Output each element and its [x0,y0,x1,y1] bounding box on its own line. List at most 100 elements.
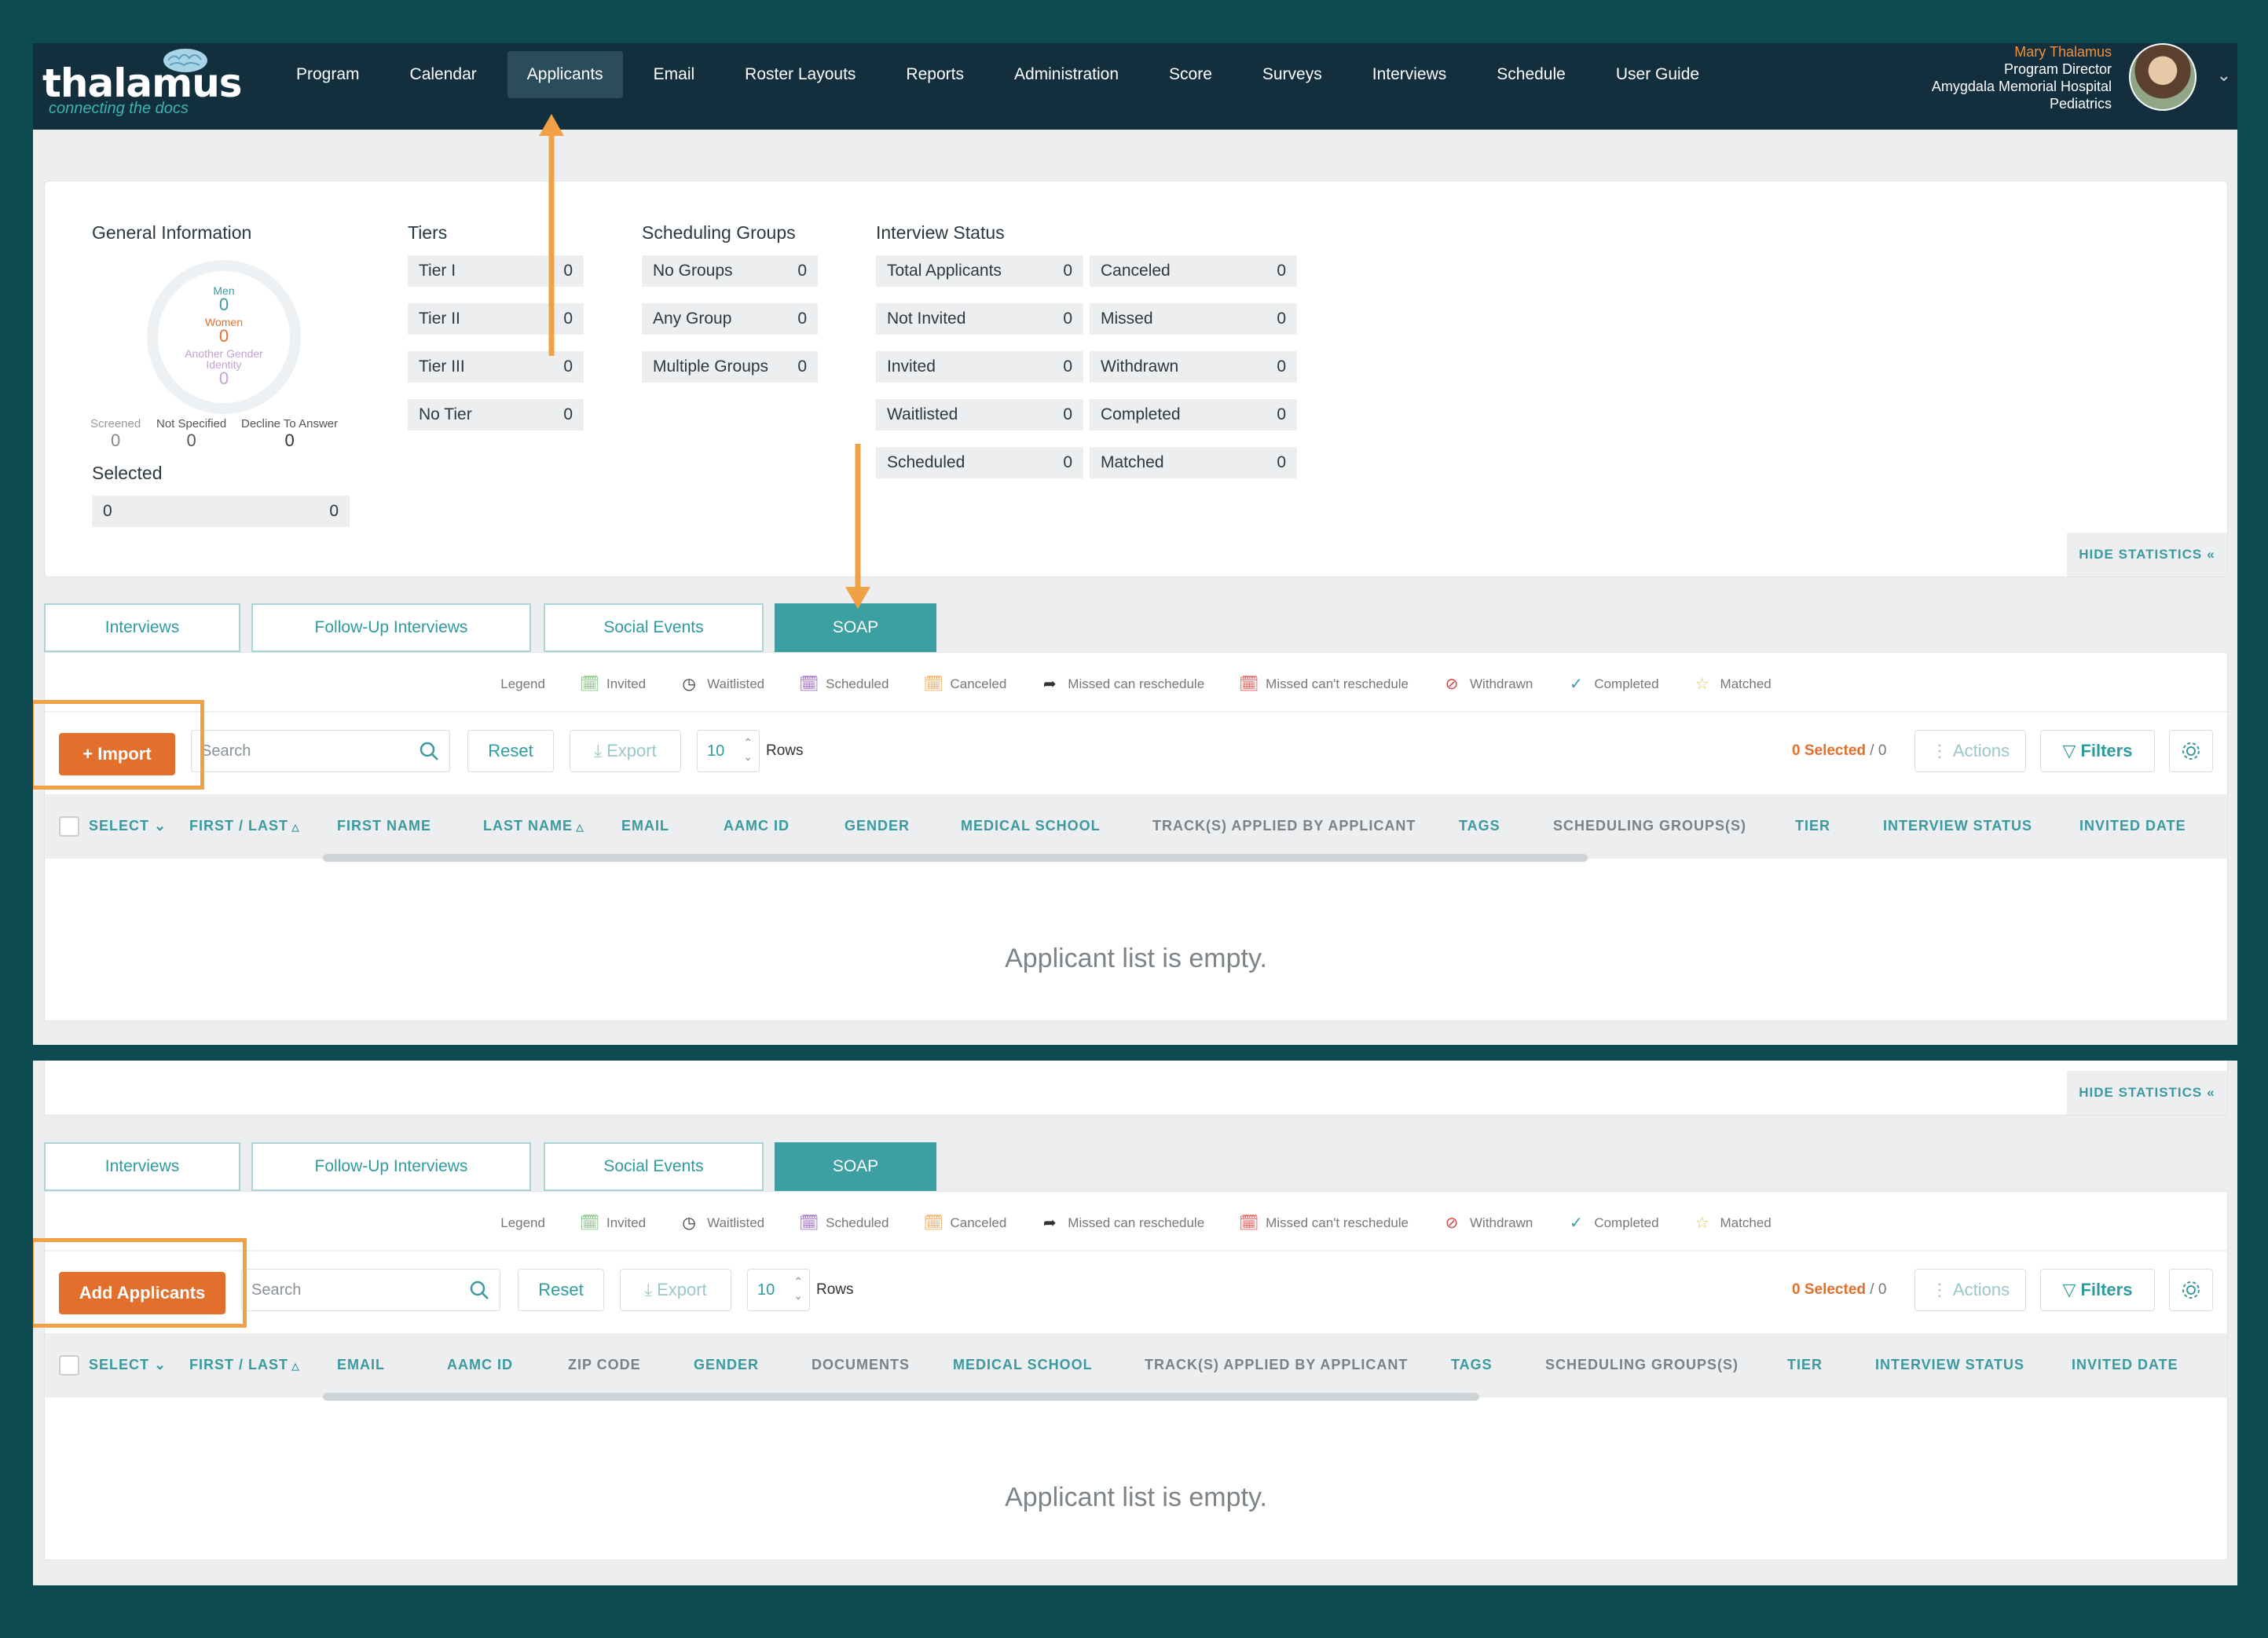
column-select[interactable]: SELECT ⌄ [89,1357,167,1373]
tab-follow-up-interviews[interactable]: Follow-Up Interviews [251,1142,531,1191]
select-all-checkbox[interactable] [59,1355,79,1376]
sort-icon: △ [573,822,584,833]
nav-reports[interactable]: Reports [886,51,984,98]
tab-social-events[interactable]: Social Events [544,603,764,652]
nav-calendar[interactable]: Calendar [390,51,496,98]
double-chevron-left-icon: « [2207,547,2215,562]
status-row: Completed 0 [1090,399,1297,431]
status-value: 0 [1063,357,1072,376]
status-label: Completed [1101,405,1181,423]
column-medical-school[interactable]: MEDICAL SCHOOL [953,1357,1093,1373]
column-last-name[interactable]: LAST NAME △ [483,818,584,834]
column-invited-date[interactable]: INVITED DATE [2072,1357,2178,1373]
legend-label: Waitlisted [707,1215,765,1230]
tab-soap[interactable]: SOAP [775,1142,936,1191]
download-icon: ⤓ [644,1280,653,1299]
hide-statistics-button[interactable]: HIDE STATISTICS « [2067,533,2227,577]
stepper-arrows-icon[interactable]: ⌃ ⌄ [743,735,753,764]
nav-score[interactable]: Score [1149,51,1232,98]
column-interview-status[interactable]: INTERVIEW STATUS [1883,818,2032,834]
reset-button[interactable]: Reset [518,1269,604,1311]
select-all-checkbox[interactable] [59,816,79,837]
divider [45,1250,2227,1251]
nav-email[interactable]: Email [634,51,715,98]
actions-button[interactable]: ⋮ Actions [1914,730,2026,772]
nav-applicants[interactable]: Applicants [507,51,623,98]
nav-surveys[interactable]: Surveys [1243,51,1342,98]
nav-user-guide[interactable]: User Guide [1596,51,1719,98]
tab-interviews[interactable]: Interviews [44,603,240,652]
search-input[interactable]: Search [191,730,450,772]
column-email[interactable]: EMAIL [337,1357,385,1373]
thalamus-logo[interactable]: thalamus connecting the docs [42,46,247,125]
settings-button[interactable] [2169,1269,2213,1311]
rows-label: Rows [816,1281,854,1298]
tab-soap[interactable]: SOAP [775,603,936,652]
column-scheduling-groups[interactable]: SCHEDULING GROUPS(S) [1553,818,1746,834]
column-tier[interactable]: TIER [1787,1357,1823,1373]
column-email[interactable]: EMAIL [621,818,669,834]
column-aamc-id[interactable]: AAMC ID [724,818,790,834]
column-documents[interactable]: DOCUMENTS [812,1357,910,1373]
settings-button[interactable] [2169,730,2213,772]
applicants-table-card: Legend 🗓 Invited ◷ Waitlisted 🗓 Scheduled 🗓… [44,652,2228,1021]
group-row: No Groups 0 [642,255,818,287]
status-label: Total Applicants [887,262,1002,280]
selected-count-total: / 0 [1866,742,1887,759]
column-tracks[interactable]: TRACK(S) APPLIED BY APPLICANT [1145,1357,1408,1373]
column-aamc-id[interactable]: AAMC ID [447,1357,513,1373]
reset-button[interactable]: Reset [467,730,554,772]
column-first-last[interactable]: FIRST / LAST △ [189,1357,300,1373]
column-tags[interactable]: TAGS [1459,818,1500,834]
user-info[interactable]: Mary Thalamus Program Director Amygdala … [1932,43,2112,112]
nav-roster-layouts[interactable]: Roster Layouts [725,51,875,98]
column-invited-date[interactable]: INVITED DATE [2079,818,2186,834]
column-first-last[interactable]: FIRST / LAST △ [189,818,300,834]
column-gender[interactable]: GENDER [694,1357,759,1373]
calendar-x-icon: 🗓 [1239,676,1259,693]
horizontal-scrollbar[interactable] [323,854,1588,862]
tab-follow-up-interviews[interactable]: Follow-Up Interviews [251,603,531,652]
column-tags[interactable]: TAGS [1451,1357,1493,1373]
legend-title: Legend [500,676,545,691]
column-medical-school[interactable]: MEDICAL SCHOOL [961,818,1101,834]
stepper-arrows-icon[interactable]: ⌃ ⌄ [793,1274,803,1303]
status-value: 0 [1063,262,1072,280]
export-button[interactable]: ⤓ Export [570,730,681,772]
column-select[interactable]: SELECT ⌄ [89,818,167,834]
tab-interviews[interactable]: Interviews [44,1142,240,1191]
selected-count-value: 0 Selected [1792,742,1866,759]
status-value: 0 [1277,453,1286,471]
filters-button[interactable]: ▽ Filters [2040,730,2155,772]
status-label: Withdrawn [1101,357,1179,376]
legend-label: Completed [1594,1215,1659,1230]
nav-interviews[interactable]: Interviews [1353,51,1467,98]
filters-button[interactable]: ▽ Filters [2040,1269,2155,1311]
rows-per-page-stepper[interactable]: 10 ⌃ ⌄ [747,1269,810,1311]
export-button[interactable]: ⤓ Export [620,1269,731,1311]
column-tier[interactable]: TIER [1795,818,1830,834]
search-input[interactable]: Search [241,1269,500,1311]
actions-button[interactable]: ⋮ Actions [1914,1269,2026,1311]
column-gender[interactable]: GENDER [845,818,910,834]
hide-statistics-button[interactable]: HIDE STATISTICS « [2067,1071,2227,1115]
nav-schedule[interactable]: Schedule [1477,51,1585,98]
avatar[interactable] [2129,43,2197,111]
group-value: 0 [797,310,807,328]
status-value: 0 [1277,405,1286,423]
nav-administration[interactable]: Administration [995,51,1138,98]
column-scheduling-groups[interactable]: SCHEDULING GROUPS(S) [1545,1357,1739,1373]
column-zip-code[interactable]: ZIP CODE [568,1357,641,1373]
rows-per-page-stepper[interactable]: 10 ⌃ ⌄ [697,730,760,772]
chevron-down-icon[interactable]: ⌄ [2217,65,2231,86]
tab-social-events[interactable]: Social Events [544,1142,764,1191]
check-icon: ✓ [1569,1215,1583,1232]
column-interview-status[interactable]: INTERVIEW STATUS [1875,1357,2024,1373]
search-placeholder: Search [251,1281,302,1299]
column-first-name[interactable]: FIRST NAME [337,818,431,834]
horizontal-scrollbar[interactable] [323,1393,1479,1401]
legend-canceled: 🗓 Canceled [923,1215,1006,1232]
nav-program[interactable]: Program [277,51,379,98]
status-label: Matched [1101,453,1164,471]
column-tracks[interactable]: TRACK(S) APPLIED BY APPLICANT [1152,818,1416,834]
